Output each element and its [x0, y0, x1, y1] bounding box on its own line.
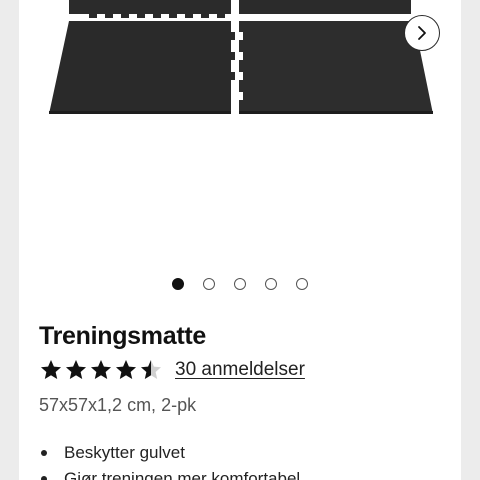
star-full-icon — [41, 360, 61, 379]
star-rating — [39, 358, 163, 382]
star-full-icon — [116, 360, 136, 379]
image-dot-4[interactable] — [265, 278, 277, 290]
feature-text: Gjør treningen mer komfortabel — [64, 469, 301, 480]
feature-item: Beskytter gulvet — [39, 440, 300, 466]
image-pagination — [19, 278, 461, 290]
next-image-button[interactable] — [404, 15, 440, 51]
reviews-link[interactable]: 30 anmeldelser — [175, 359, 305, 381]
star-full-icon — [66, 360, 86, 379]
image-dot-1[interactable] — [172, 278, 184, 290]
image-dot-5[interactable] — [296, 278, 308, 290]
feature-item: Gjør treningen mer komfortabel — [39, 466, 300, 480]
chevron-right-icon — [418, 26, 426, 40]
star-half-icon — [141, 360, 161, 379]
image-dot-3[interactable] — [234, 278, 246, 290]
product-title: Treningsmatte — [39, 322, 206, 350]
product-card: Treningsmatte 30 anmeldelser 57x57x1,2 c… — [19, 0, 461, 480]
image-dot-2[interactable] — [203, 278, 215, 290]
product-image — [49, 0, 433, 114]
feature-text: Beskytter gulvet — [64, 443, 185, 462]
feature-list: Beskytter gulvet Gjør treningen mer komfo… — [39, 440, 300, 480]
product-image-gallery[interactable] — [19, 0, 461, 290]
bullet-icon — [41, 476, 47, 480]
star-full-icon — [91, 360, 111, 379]
rating-row: 30 anmeldelser — [39, 358, 305, 382]
product-variant: 57x57x1,2 cm, 2-pk — [39, 395, 197, 415]
bullet-icon — [41, 450, 47, 456]
